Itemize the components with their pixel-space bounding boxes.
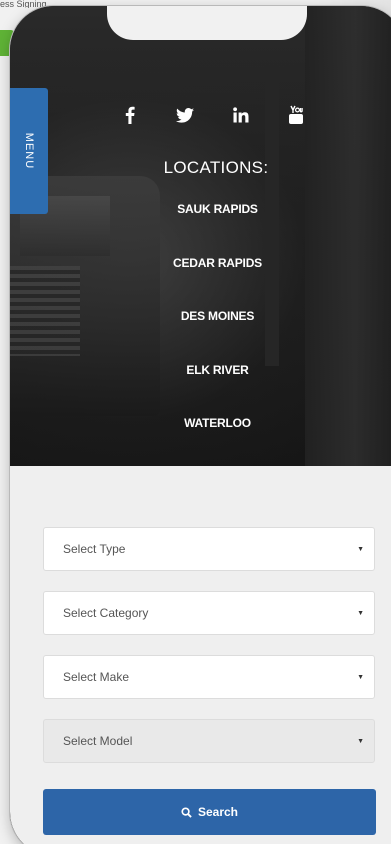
location-sauk-rapids[interactable]: SAUK RAPIDS — [130, 202, 305, 256]
location-cedar-rapids[interactable]: CEDAR RAPIDS — [130, 256, 305, 310]
stage: ess Signing... MENU LOCATIONS: SAUK RAPI… — [0, 0, 391, 844]
locations-list: SAUK RAPIDS CEDAR RAPIDS DES MOINES ELK … — [130, 202, 305, 470]
twitter-icon[interactable] — [173, 103, 197, 127]
facebook-icon[interactable] — [118, 103, 142, 127]
phone-screen: MENU LOCATIONS: SAUK RAPIDS CEDAR RAPIDS… — [10, 6, 391, 844]
search-button-label: Search — [197, 805, 239, 819]
linkedin-icon[interactable] — [229, 103, 253, 127]
locations-title: LOCATIONS: — [163, 158, 269, 177]
location-waterloo[interactable]: WATERLOO — [130, 416, 305, 470]
chevron-down-icon: ▼ — [357, 737, 364, 745]
location-elk-river[interactable]: ELK RIVER — [130, 363, 305, 417]
select-category[interactable]: Select Category ▼ — [43, 591, 375, 635]
select-category-label: Select Category — [63, 606, 149, 620]
menu-tab[interactable]: MENU — [10, 88, 48, 214]
search-button[interactable]: Search — [43, 789, 376, 835]
menu-tab-label: MENU — [22, 132, 35, 170]
chevron-down-icon: ▼ — [357, 609, 364, 617]
search-icon — [181, 806, 192, 818]
inventory-search-form: Select Type ▼ Select Category ▼ Select M… — [10, 466, 391, 844]
youtube-icon[interactable] — [284, 103, 308, 127]
social-links — [118, 103, 308, 127]
select-type-label: Select Type — [63, 542, 126, 556]
phone-frame: MENU LOCATIONS: SAUK RAPIDS CEDAR RAPIDS… — [10, 6, 391, 844]
select-make[interactable]: Select Make ▼ — [43, 655, 375, 699]
phone-notch — [107, 6, 307, 40]
chevron-down-icon: ▼ — [357, 545, 364, 553]
hero-truck-grille — [10, 266, 80, 356]
chevron-down-icon: ▼ — [357, 673, 364, 681]
location-des-moines[interactable]: DES MOINES — [130, 309, 305, 363]
select-model[interactable]: Select Model ▼ — [43, 719, 375, 763]
select-make-label: Select Make — [63, 670, 130, 684]
select-type[interactable]: Select Type ▼ — [43, 527, 375, 571]
hero-building — [305, 6, 391, 466]
select-model-label: Select Model — [63, 734, 133, 748]
